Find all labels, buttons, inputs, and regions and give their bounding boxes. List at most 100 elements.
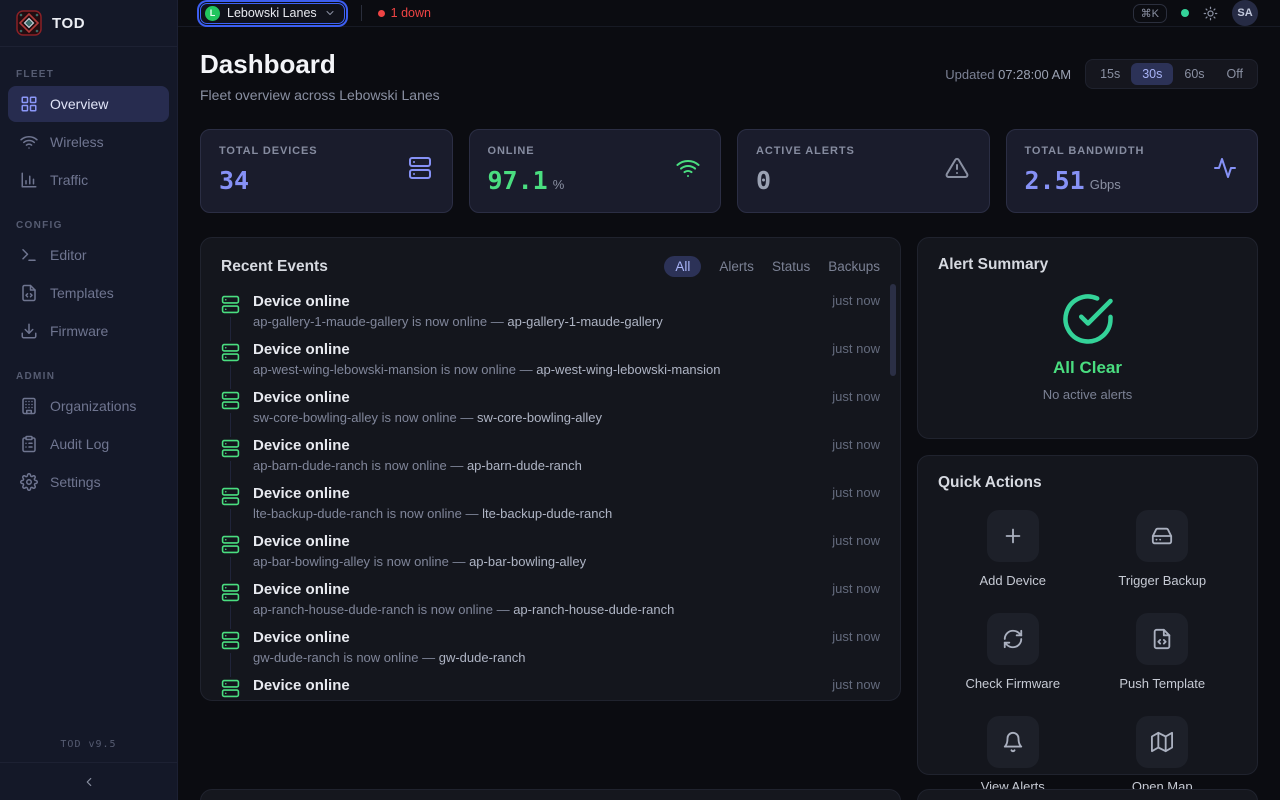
- nav-section-config: CONFIG: [16, 220, 161, 231]
- refresh-60s-button[interactable]: 60s: [1173, 63, 1215, 85]
- page-title: Dashboard: [200, 49, 440, 80]
- right-column: Alert Summary All Clear No active alerts…: [917, 237, 1258, 775]
- building-icon: [20, 397, 38, 415]
- sidebar-item-organizations[interactable]: Organizations: [8, 388, 169, 424]
- stat-total-devices: TOTAL DEVICES 34: [200, 129, 453, 213]
- sidebar: TOD FLEET Overview Wireless Traffic CONF…: [0, 0, 178, 800]
- event-timestamp: just now: [832, 485, 880, 521]
- refresh-off-button[interactable]: Off: [1216, 63, 1254, 85]
- server-icon: [221, 437, 240, 461]
- app-version: TOD v9.5: [0, 739, 177, 750]
- page-subtitle: Fleet overview across Lebowski Lanes: [200, 87, 440, 103]
- sidebar-item-audit-log[interactable]: Audit Log: [8, 426, 169, 462]
- updated-timestamp: Updated 07:28:00 AM: [945, 67, 1071, 82]
- file-code-icon: [1136, 613, 1188, 665]
- dashboard-content: Dashboard Fleet overview across Lebowski…: [178, 27, 1280, 800]
- stat-label: TOTAL BANDWIDTH: [1025, 145, 1240, 157]
- server-icon: [221, 293, 240, 317]
- sun-icon: [1203, 6, 1218, 21]
- devices-down-indicator[interactable]: 1 down: [378, 6, 431, 20]
- activity-icon: [1213, 156, 1237, 180]
- sidebar-item-label: Audit Log: [50, 436, 109, 452]
- sidebar-item-overview[interactable]: Overview: [8, 86, 169, 122]
- sidebar-item-label: Templates: [50, 285, 114, 301]
- sidebar-item-settings[interactable]: Settings: [8, 464, 169, 500]
- open-map-button[interactable]: Open Map: [1088, 716, 1238, 794]
- add-device-button[interactable]: Add Device: [938, 510, 1088, 588]
- sidebar-nav: FLEET Overview Wireless Traffic CONFIG E…: [0, 47, 177, 502]
- event-row[interactable]: Device online just now: [221, 677, 880, 701]
- theme-toggle-button[interactable]: [1203, 6, 1218, 21]
- sidebar-item-firmware[interactable]: Firmware: [8, 313, 169, 349]
- sidebar-item-templates[interactable]: Templates: [8, 275, 169, 311]
- stat-value: 0: [756, 166, 771, 195]
- app-logo-row: TOD: [0, 0, 177, 47]
- refresh-icon: [987, 613, 1039, 665]
- events-filter-tabs: All Alerts Status Backups: [664, 256, 880, 277]
- below-fold-panels: [200, 789, 1258, 800]
- bar-chart-icon: [20, 171, 38, 189]
- topbar: L Lebowski Lanes 1 down ⌘K SA: [178, 0, 1280, 27]
- event-row[interactable]: Device online sw-core-bowling-alley is n…: [221, 389, 880, 425]
- event-timestamp: just now: [832, 293, 880, 329]
- org-selector[interactable]: L Lebowski Lanes: [200, 3, 345, 24]
- gear-icon: [20, 473, 38, 491]
- dashboard-panels: Recent Events All Alerts Status Backups …: [200, 237, 1258, 775]
- sidebar-item-wireless[interactable]: Wireless: [8, 124, 169, 160]
- command-palette-shortcut[interactable]: ⌘K: [1133, 4, 1167, 23]
- org-avatar: L: [205, 6, 220, 21]
- event-timestamp: just now: [832, 389, 880, 425]
- refresh-interval-group: 15s 30s 60s Off: [1085, 59, 1258, 89]
- stat-total-bandwidth: TOTAL BANDWIDTH 2.51Gbps: [1006, 129, 1259, 213]
- recent-events-panel: Recent Events All Alerts Status Backups …: [200, 237, 901, 701]
- down-count-label: 1 down: [391, 6, 431, 20]
- event-row[interactable]: Device online lte-backup-dude-ranch is n…: [221, 485, 880, 521]
- partial-panel-left: [200, 789, 901, 800]
- push-template-button[interactable]: Push Template: [1088, 613, 1238, 691]
- event-row[interactable]: Device online ap-ranch-house-dude-ranch …: [221, 581, 880, 617]
- event-row[interactable]: Device online ap-bar-bowling-alley is no…: [221, 533, 880, 569]
- server-icon: [221, 533, 240, 557]
- stat-label: TOTAL DEVICES: [219, 145, 434, 157]
- sidebar-item-label: Firmware: [50, 323, 108, 339]
- events-list: Device online ap-gallery-1-maude-gallery…: [221, 293, 880, 701]
- refresh-30s-button[interactable]: 30s: [1131, 63, 1173, 85]
- tab-backups[interactable]: Backups: [828, 259, 880, 274]
- sidebar-collapse-button[interactable]: [0, 762, 177, 800]
- user-avatar[interactable]: SA: [1232, 0, 1258, 26]
- server-icon: [221, 341, 240, 365]
- trigger-backup-button[interactable]: Trigger Backup: [1088, 510, 1238, 588]
- file-code-icon: [20, 284, 38, 302]
- app-name: TOD: [52, 15, 85, 32]
- server-icon: [221, 581, 240, 605]
- sidebar-item-editor[interactable]: Editor: [8, 237, 169, 273]
- sidebar-item-traffic[interactable]: Traffic: [8, 162, 169, 198]
- page-header: Dashboard Fleet overview across Lebowski…: [200, 49, 1258, 103]
- quick-actions-panel: Quick Actions Add Device Trigger Backup: [917, 455, 1258, 775]
- recent-events-title: Recent Events: [221, 258, 328, 276]
- event-row[interactable]: Device online ap-west-wing-lebowski-mans…: [221, 341, 880, 377]
- main-area: L Lebowski Lanes 1 down ⌘K SA Da: [178, 0, 1280, 800]
- server-icon: [221, 389, 240, 413]
- event-timestamp: just now: [832, 341, 880, 377]
- chevron-left-icon: [82, 775, 96, 789]
- events-scrollbar[interactable]: [890, 284, 896, 376]
- stat-label: ONLINE: [488, 145, 703, 157]
- download-icon: [20, 322, 38, 340]
- bell-icon: [987, 716, 1039, 768]
- down-dot-icon: [378, 10, 385, 17]
- stat-value: 97.1: [488, 166, 548, 195]
- view-alerts-button[interactable]: View Alerts: [938, 716, 1088, 794]
- check-firmware-button[interactable]: Check Firmware: [938, 613, 1088, 691]
- event-row[interactable]: Device online ap-barn-dude-ranch is now …: [221, 437, 880, 473]
- event-row[interactable]: Device online gw-dude-ranch is now onlin…: [221, 629, 880, 665]
- tab-alerts[interactable]: Alerts: [719, 259, 754, 274]
- event-row[interactable]: Device online ap-gallery-1-maude-gallery…: [221, 293, 880, 329]
- stat-label: ACTIVE ALERTS: [756, 145, 971, 157]
- tab-all[interactable]: All: [664, 256, 701, 277]
- sidebar-item-label: Editor: [50, 247, 87, 263]
- refresh-15s-button[interactable]: 15s: [1089, 63, 1131, 85]
- tab-status[interactable]: Status: [772, 259, 810, 274]
- nav-section-admin: ADMIN: [16, 371, 161, 382]
- connection-status-icon: [1181, 9, 1189, 17]
